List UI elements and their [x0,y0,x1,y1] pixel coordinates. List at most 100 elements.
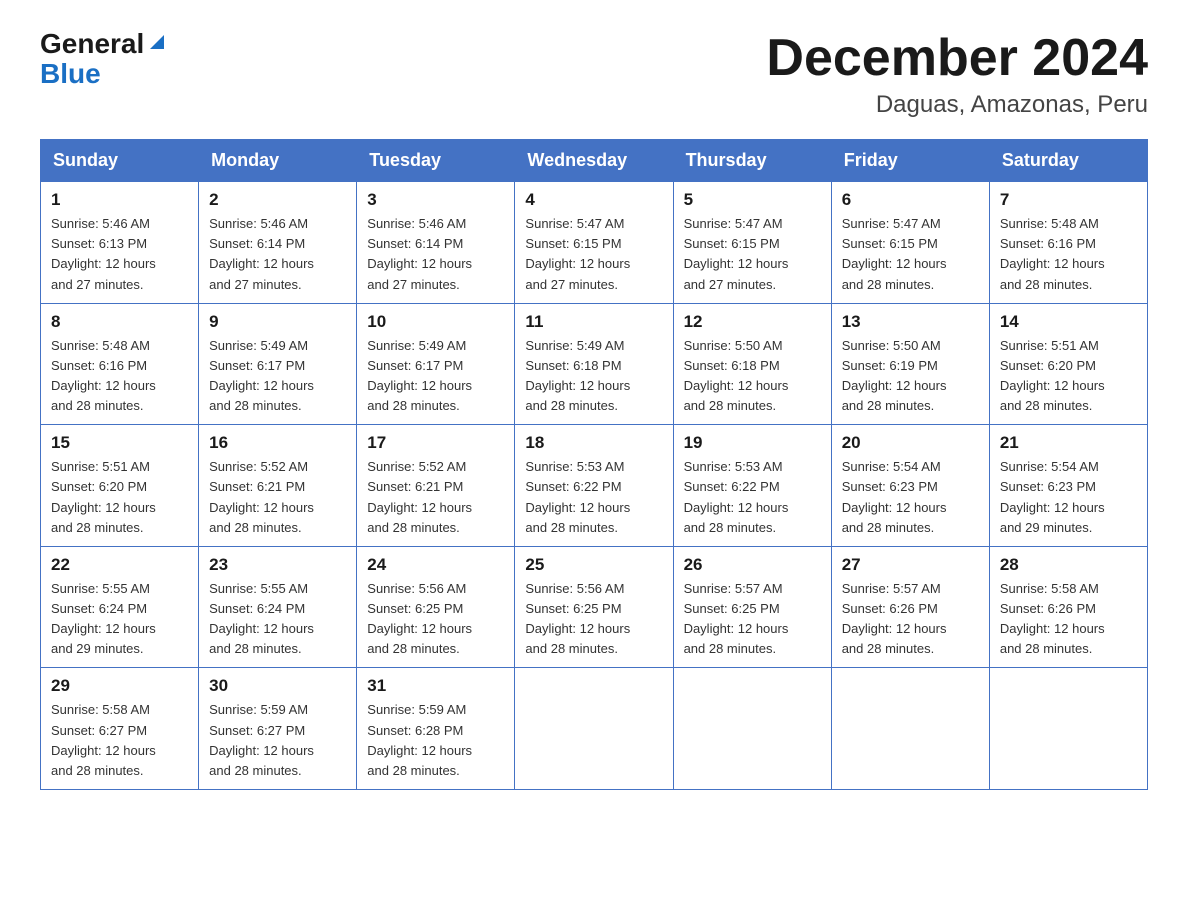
day-info: Sunrise: 5:47 AM Sunset: 6:15 PM Dayligh… [684,214,821,295]
day-info: Sunrise: 5:59 AM Sunset: 6:28 PM Dayligh… [367,700,504,781]
table-row: 11 Sunrise: 5:49 AM Sunset: 6:18 PM Dayl… [515,303,673,425]
day-info: Sunrise: 5:54 AM Sunset: 6:23 PM Dayligh… [842,457,979,538]
table-row: 1 Sunrise: 5:46 AM Sunset: 6:13 PM Dayli… [41,182,199,304]
day-number: 1 [51,190,188,210]
day-info: Sunrise: 5:49 AM Sunset: 6:17 PM Dayligh… [209,336,346,417]
logo-triangle-icon [146,31,168,53]
table-row: 9 Sunrise: 5:49 AM Sunset: 6:17 PM Dayli… [199,303,357,425]
table-row: 14 Sunrise: 5:51 AM Sunset: 6:20 PM Dayl… [989,303,1147,425]
day-number: 9 [209,312,346,332]
day-number: 11 [525,312,662,332]
day-info: Sunrise: 5:51 AM Sunset: 6:20 PM Dayligh… [51,457,188,538]
day-info: Sunrise: 5:52 AM Sunset: 6:21 PM Dayligh… [367,457,504,538]
table-row: 21 Sunrise: 5:54 AM Sunset: 6:23 PM Dayl… [989,425,1147,547]
day-info: Sunrise: 5:51 AM Sunset: 6:20 PM Dayligh… [1000,336,1137,417]
day-info: Sunrise: 5:49 AM Sunset: 6:17 PM Dayligh… [367,336,504,417]
day-info: Sunrise: 5:52 AM Sunset: 6:21 PM Dayligh… [209,457,346,538]
day-number: 10 [367,312,504,332]
table-row: 25 Sunrise: 5:56 AM Sunset: 6:25 PM Dayl… [515,546,673,668]
month-title: December 2024 [766,30,1148,87]
day-info: Sunrise: 5:50 AM Sunset: 6:18 PM Dayligh… [684,336,821,417]
day-info: Sunrise: 5:53 AM Sunset: 6:22 PM Dayligh… [525,457,662,538]
day-info: Sunrise: 5:57 AM Sunset: 6:26 PM Dayligh… [842,579,979,660]
page-header: General Blue December 2024 Daguas, Amazo… [40,30,1148,119]
day-info: Sunrise: 5:47 AM Sunset: 6:15 PM Dayligh… [842,214,979,295]
day-number: 19 [684,433,821,453]
day-info: Sunrise: 5:49 AM Sunset: 6:18 PM Dayligh… [525,336,662,417]
day-number: 18 [525,433,662,453]
table-row: 28 Sunrise: 5:58 AM Sunset: 6:26 PM Dayl… [989,546,1147,668]
header-tuesday: Tuesday [357,140,515,182]
day-number: 8 [51,312,188,332]
day-number: 21 [1000,433,1137,453]
day-info: Sunrise: 5:57 AM Sunset: 6:25 PM Dayligh… [684,579,821,660]
table-row: 26 Sunrise: 5:57 AM Sunset: 6:25 PM Dayl… [673,546,831,668]
logo-blue: Blue [40,58,101,90]
table-row: 12 Sunrise: 5:50 AM Sunset: 6:18 PM Dayl… [673,303,831,425]
day-number: 31 [367,676,504,696]
header-friday: Friday [831,140,989,182]
logo-general: General [40,30,144,58]
table-row [673,668,831,790]
day-info: Sunrise: 5:48 AM Sunset: 6:16 PM Dayligh… [51,336,188,417]
table-row: 8 Sunrise: 5:48 AM Sunset: 6:16 PM Dayli… [41,303,199,425]
day-info: Sunrise: 5:55 AM Sunset: 6:24 PM Dayligh… [209,579,346,660]
table-row: 16 Sunrise: 5:52 AM Sunset: 6:21 PM Dayl… [199,425,357,547]
table-row: 7 Sunrise: 5:48 AM Sunset: 6:16 PM Dayli… [989,182,1147,304]
day-info: Sunrise: 5:56 AM Sunset: 6:25 PM Dayligh… [525,579,662,660]
day-number: 28 [1000,555,1137,575]
header-monday: Monday [199,140,357,182]
day-info: Sunrise: 5:58 AM Sunset: 6:26 PM Dayligh… [1000,579,1137,660]
day-number: 24 [367,555,504,575]
day-number: 15 [51,433,188,453]
table-row: 24 Sunrise: 5:56 AM Sunset: 6:25 PM Dayl… [357,546,515,668]
header-sunday: Sunday [41,140,199,182]
day-number: 26 [684,555,821,575]
day-number: 3 [367,190,504,210]
table-row: 6 Sunrise: 5:47 AM Sunset: 6:15 PM Dayli… [831,182,989,304]
calendar-week-1: 1 Sunrise: 5:46 AM Sunset: 6:13 PM Dayli… [41,182,1148,304]
day-number: 16 [209,433,346,453]
table-row: 20 Sunrise: 5:54 AM Sunset: 6:23 PM Dayl… [831,425,989,547]
calendar-week-4: 22 Sunrise: 5:55 AM Sunset: 6:24 PM Dayl… [41,546,1148,668]
day-number: 20 [842,433,979,453]
table-row [515,668,673,790]
table-row: 27 Sunrise: 5:57 AM Sunset: 6:26 PM Dayl… [831,546,989,668]
day-number: 27 [842,555,979,575]
table-row: 29 Sunrise: 5:58 AM Sunset: 6:27 PM Dayl… [41,668,199,790]
day-number: 23 [209,555,346,575]
day-info: Sunrise: 5:56 AM Sunset: 6:25 PM Dayligh… [367,579,504,660]
day-number: 29 [51,676,188,696]
header-wednesday: Wednesday [515,140,673,182]
day-number: 13 [842,312,979,332]
day-info: Sunrise: 5:53 AM Sunset: 6:22 PM Dayligh… [684,457,821,538]
table-row: 10 Sunrise: 5:49 AM Sunset: 6:17 PM Dayl… [357,303,515,425]
header-saturday: Saturday [989,140,1147,182]
day-info: Sunrise: 5:58 AM Sunset: 6:27 PM Dayligh… [51,700,188,781]
day-number: 22 [51,555,188,575]
table-row: 17 Sunrise: 5:52 AM Sunset: 6:21 PM Dayl… [357,425,515,547]
day-info: Sunrise: 5:46 AM Sunset: 6:14 PM Dayligh… [209,214,346,295]
day-number: 25 [525,555,662,575]
table-row: 15 Sunrise: 5:51 AM Sunset: 6:20 PM Dayl… [41,425,199,547]
day-number: 12 [684,312,821,332]
day-number: 30 [209,676,346,696]
day-info: Sunrise: 5:54 AM Sunset: 6:23 PM Dayligh… [1000,457,1137,538]
day-info: Sunrise: 5:55 AM Sunset: 6:24 PM Dayligh… [51,579,188,660]
day-info: Sunrise: 5:50 AM Sunset: 6:19 PM Dayligh… [842,336,979,417]
table-row [831,668,989,790]
calendar-week-5: 29 Sunrise: 5:58 AM Sunset: 6:27 PM Dayl… [41,668,1148,790]
location-title: Daguas, Amazonas, Peru [766,91,1148,119]
calendar-header-row: Sunday Monday Tuesday Wednesday Thursday… [41,140,1148,182]
day-number: 14 [1000,312,1137,332]
day-info: Sunrise: 5:46 AM Sunset: 6:14 PM Dayligh… [367,214,504,295]
day-number: 6 [842,190,979,210]
table-row: 31 Sunrise: 5:59 AM Sunset: 6:28 PM Dayl… [357,668,515,790]
table-row: 19 Sunrise: 5:53 AM Sunset: 6:22 PM Dayl… [673,425,831,547]
day-number: 7 [1000,190,1137,210]
day-number: 17 [367,433,504,453]
table-row: 18 Sunrise: 5:53 AM Sunset: 6:22 PM Dayl… [515,425,673,547]
table-row: 22 Sunrise: 5:55 AM Sunset: 6:24 PM Dayl… [41,546,199,668]
day-number: 4 [525,190,662,210]
table-row: 4 Sunrise: 5:47 AM Sunset: 6:15 PM Dayli… [515,182,673,304]
